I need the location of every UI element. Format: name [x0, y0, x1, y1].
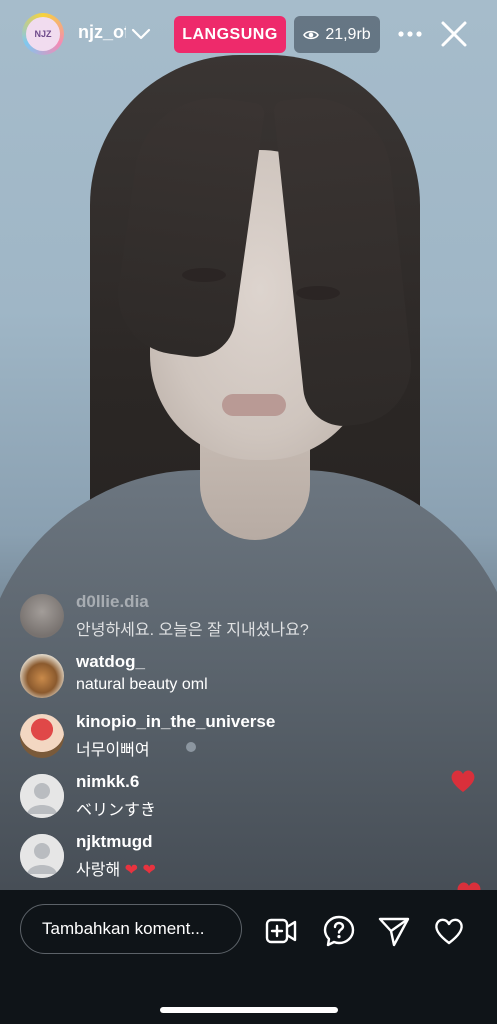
question-icon[interactable]	[322, 914, 356, 948]
home-indicator	[160, 1007, 338, 1013]
video-eye-right	[296, 286, 340, 300]
comment-text: natural beauty oml	[76, 676, 208, 693]
default-avatar-icon	[20, 834, 64, 878]
comment-item: watdog_ natural beauty oml	[20, 650, 440, 702]
bottom-bar: Tambahkan koment...	[0, 890, 497, 1024]
heart-icon[interactable]	[432, 914, 466, 948]
comment-input-placeholder: Tambahkan koment...	[42, 919, 205, 938]
commenter-avatar[interactable]	[20, 834, 64, 878]
comment-item: d0llie.dia 안녕하세요. 오늘은 잘 지내셨나요?	[20, 590, 440, 642]
video-lips	[222, 394, 286, 416]
floating-heart-icon	[451, 770, 475, 792]
commenter-avatar[interactable]	[20, 714, 64, 758]
top-bar: NJZ njz_official LANGSUNG 21,9rb	[0, 0, 497, 72]
comment-username[interactable]: nimkk.6	[76, 772, 139, 792]
comment-text: 너무이뻐여	[76, 742, 150, 759]
commenter-avatar[interactable]	[20, 594, 64, 638]
comment-item: nimkk.6 ベリンすき	[20, 770, 440, 822]
heart-emoji: ❤	[142, 862, 156, 879]
default-avatar-icon	[20, 774, 64, 818]
heart-emoji: ❤	[124, 862, 139, 879]
close-icon[interactable]	[438, 18, 470, 50]
comment-item: njktmugd 사랑해 ❤ ❤	[20, 830, 440, 882]
viewer-count: 21,9rb	[325, 25, 371, 43]
more-icon[interactable]	[395, 22, 425, 46]
live-badge: LANGSUNG	[174, 16, 286, 53]
add-video-icon[interactable]	[264, 914, 298, 948]
comment-text: 사랑해 ❤ ❤	[76, 856, 156, 880]
host-avatar[interactable]: NJZ	[22, 13, 64, 55]
comment-username[interactable]: watdog_	[76, 652, 145, 672]
comment-username[interactable]: njktmugd	[76, 832, 153, 852]
viewer-count-badge[interactable]: 21,9rb	[294, 16, 380, 53]
chevron-down-icon[interactable]	[130, 24, 152, 44]
video-eye-left	[182, 268, 226, 282]
comment-username[interactable]: d0llie.dia	[76, 592, 149, 612]
host-username[interactable]: njz_official	[78, 22, 126, 43]
comment-username[interactable]: kinopio_in_the_universe	[76, 712, 275, 732]
host-avatar-text: NJZ	[26, 17, 60, 51]
send-icon[interactable]	[377, 914, 411, 948]
comment-text-body: 사랑해	[76, 862, 121, 879]
comment-input[interactable]: Tambahkan koment...	[20, 904, 242, 954]
commenter-avatar[interactable]	[20, 654, 64, 698]
live-screen: NJZ njz_official LANGSUNG 21,9rb d0llie.…	[0, 0, 497, 1024]
comment-text: ベリンすき	[76, 802, 157, 819]
commenter-avatar[interactable]	[20, 774, 64, 818]
eye-icon	[303, 30, 320, 39]
comment-item: kinopio_in_the_universe 너무이뻐여	[20, 710, 440, 762]
comment-text: 안녕하세요. 오늘은 잘 지내셨나요?	[76, 622, 309, 639]
